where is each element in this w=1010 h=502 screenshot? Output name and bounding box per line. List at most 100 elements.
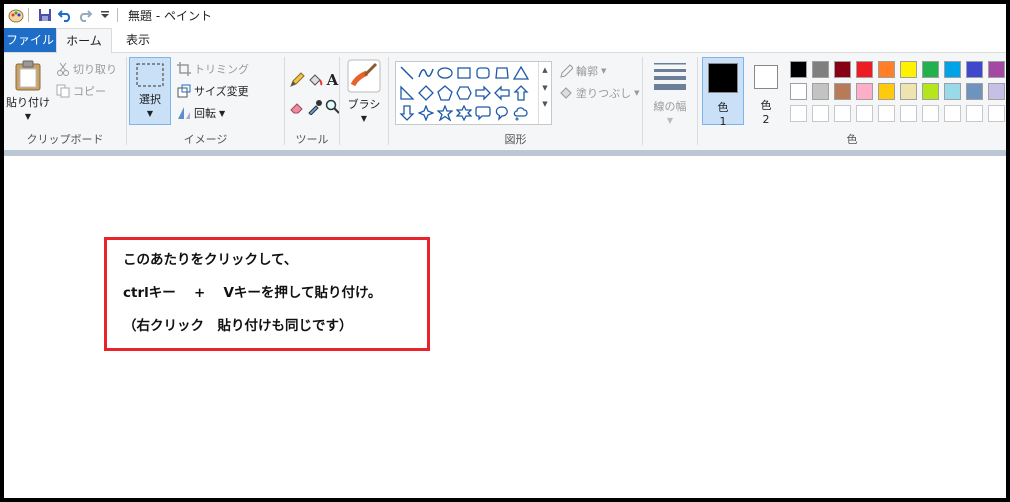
palette-swatch[interactable]: [790, 105, 807, 122]
color2-button[interactable]: 色 2: [748, 61, 784, 126]
fill-bucket-icon: [560, 87, 572, 99]
oval-shape-icon[interactable]: [436, 64, 453, 81]
curve-shape-icon[interactable]: [417, 64, 434, 81]
fill-button[interactable]: 塗りつぶし ▼: [559, 85, 640, 101]
color2-swatch: [754, 65, 778, 89]
scissors-icon: [57, 62, 69, 76]
palette-swatch[interactable]: [812, 61, 829, 78]
palette-swatch[interactable]: [856, 83, 873, 100]
polygon-shape-icon[interactable]: [493, 64, 510, 81]
outline-dropdown-icon[interactable]: ▼: [601, 67, 606, 75]
customize-qa-chevron-icon[interactable]: [97, 7, 113, 23]
select-marquee-icon: [136, 63, 164, 87]
select-label: 選択: [139, 93, 161, 106]
select-button[interactable]: 選択 ▼: [129, 57, 171, 125]
paste-dropdown-icon[interactable]: ▼: [6, 112, 50, 121]
pentagon-shape-icon[interactable]: [436, 84, 453, 101]
palette-swatch[interactable]: [966, 61, 983, 78]
hexagon-shape-icon[interactable]: [455, 84, 472, 101]
fill-dropdown-icon[interactable]: ▼: [634, 89, 639, 97]
cut-button[interactable]: 切り取り: [56, 61, 117, 77]
palette-swatch[interactable]: [944, 61, 961, 78]
palette-swatch[interactable]: [922, 105, 939, 122]
outline-pen-icon: [560, 64, 573, 78]
palette-swatch[interactable]: [900, 83, 917, 100]
rotate-button[interactable]: 回転 ▼: [177, 105, 225, 121]
palette-swatch[interactable]: [922, 61, 939, 78]
palette-swatch[interactable]: [834, 83, 851, 100]
palette-swatch[interactable]: [944, 83, 961, 100]
copy-button[interactable]: コピー: [56, 83, 106, 99]
clipboard-group: 貼り付け ▼ 切り取り コピー クリップボード: [4, 53, 126, 150]
four-point-star-shape-icon[interactable]: [417, 104, 434, 121]
palette-swatch[interactable]: [878, 105, 895, 122]
scroll-up-icon[interactable]: ▲: [539, 66, 551, 74]
rotate-dropdown-icon[interactable]: ▼: [219, 109, 225, 118]
brushes-button[interactable]: ブラシ ▼: [342, 59, 386, 123]
color1-button[interactable]: 色 1: [702, 57, 744, 128]
palette-swatch[interactable]: [900, 61, 917, 78]
palette-swatch[interactable]: [834, 61, 851, 78]
color-picker-icon[interactable]: [306, 98, 323, 115]
down-arrow-shape-icon[interactable]: [398, 104, 415, 121]
paste-button[interactable]: 貼り付け ▼: [6, 59, 50, 121]
palette-swatch[interactable]: [900, 105, 917, 122]
shapes-gallery-scroll[interactable]: ▲ ▼ ▼: [538, 62, 551, 124]
right-triangle-shape-icon[interactable]: [398, 84, 415, 101]
five-point-star-shape-icon[interactable]: [436, 104, 453, 121]
palette-swatch[interactable]: [966, 83, 983, 100]
triangle-shape-icon[interactable]: [512, 64, 529, 81]
palette-swatch[interactable]: [856, 61, 873, 78]
scroll-down-icon[interactable]: ▼: [539, 84, 551, 92]
colors-group-label: 色: [846, 133, 858, 146]
palette-swatch[interactable]: [988, 61, 1005, 78]
palette-swatch[interactable]: [878, 83, 895, 100]
right-arrow-shape-icon[interactable]: [474, 84, 491, 101]
instruction-line-1: このあたりをクリックして、: [123, 252, 298, 268]
left-arrow-shape-icon[interactable]: [493, 84, 510, 101]
palette-swatch[interactable]: [988, 83, 1005, 100]
palette-swatch[interactable]: [966, 105, 983, 122]
rounded-callout-shape-icon[interactable]: [474, 104, 491, 121]
tools-group: A ツール: [285, 53, 340, 150]
palette-swatch[interactable]: [812, 83, 829, 100]
palette-swatch[interactable]: [790, 61, 807, 78]
brushes-dropdown-icon[interactable]: ▼: [342, 114, 386, 123]
tab-file[interactable]: ファイル: [4, 28, 56, 52]
size-dropdown-icon[interactable]: ▼: [647, 116, 693, 125]
eraser-icon[interactable]: [288, 98, 305, 115]
paint-app-icon[interactable]: [8, 7, 24, 23]
tab-view[interactable]: 表示: [114, 28, 162, 52]
line-shape-icon[interactable]: [398, 64, 415, 81]
palette-swatch[interactable]: [834, 105, 851, 122]
tab-home[interactable]: ホーム: [56, 28, 112, 54]
instruction-line-2: ctrlキー + Vキーを押して貼り付け。: [123, 285, 382, 301]
palette-swatch[interactable]: [812, 105, 829, 122]
rounded-rectangle-shape-icon[interactable]: [474, 64, 491, 81]
oval-callout-shape-icon[interactable]: [493, 104, 510, 121]
palette-swatch[interactable]: [856, 105, 873, 122]
outline-button[interactable]: 輪郭 ▼: [559, 63, 606, 79]
gallery-expand-icon[interactable]: ▼: [539, 100, 551, 108]
select-dropdown-icon[interactable]: ▼: [130, 109, 170, 118]
palette-swatch[interactable]: [922, 83, 939, 100]
qa-separator: [28, 8, 29, 22]
redo-icon[interactable]: [77, 7, 93, 23]
undo-icon[interactable]: [57, 7, 73, 23]
save-icon[interactable]: [37, 7, 53, 23]
palette-swatch[interactable]: [944, 105, 961, 122]
up-arrow-shape-icon[interactable]: [512, 84, 529, 101]
cloud-callout-shape-icon[interactable]: [512, 104, 529, 121]
palette-swatch[interactable]: [790, 83, 807, 100]
fill-bucket-icon[interactable]: [306, 71, 323, 88]
rectangle-shape-icon[interactable]: [455, 64, 472, 81]
palette-swatch[interactable]: [878, 61, 895, 78]
crop-button[interactable]: トリミング: [177, 61, 249, 77]
six-point-star-shape-icon[interactable]: [455, 104, 472, 121]
pencil-icon[interactable]: [288, 71, 305, 88]
brush-icon: [347, 59, 381, 93]
size-button[interactable]: 線の幅 ▼: [647, 61, 693, 125]
palette-swatch[interactable]: [988, 105, 1005, 122]
diamond-shape-icon[interactable]: [417, 84, 434, 101]
resize-button[interactable]: サイズ変更: [177, 83, 249, 99]
